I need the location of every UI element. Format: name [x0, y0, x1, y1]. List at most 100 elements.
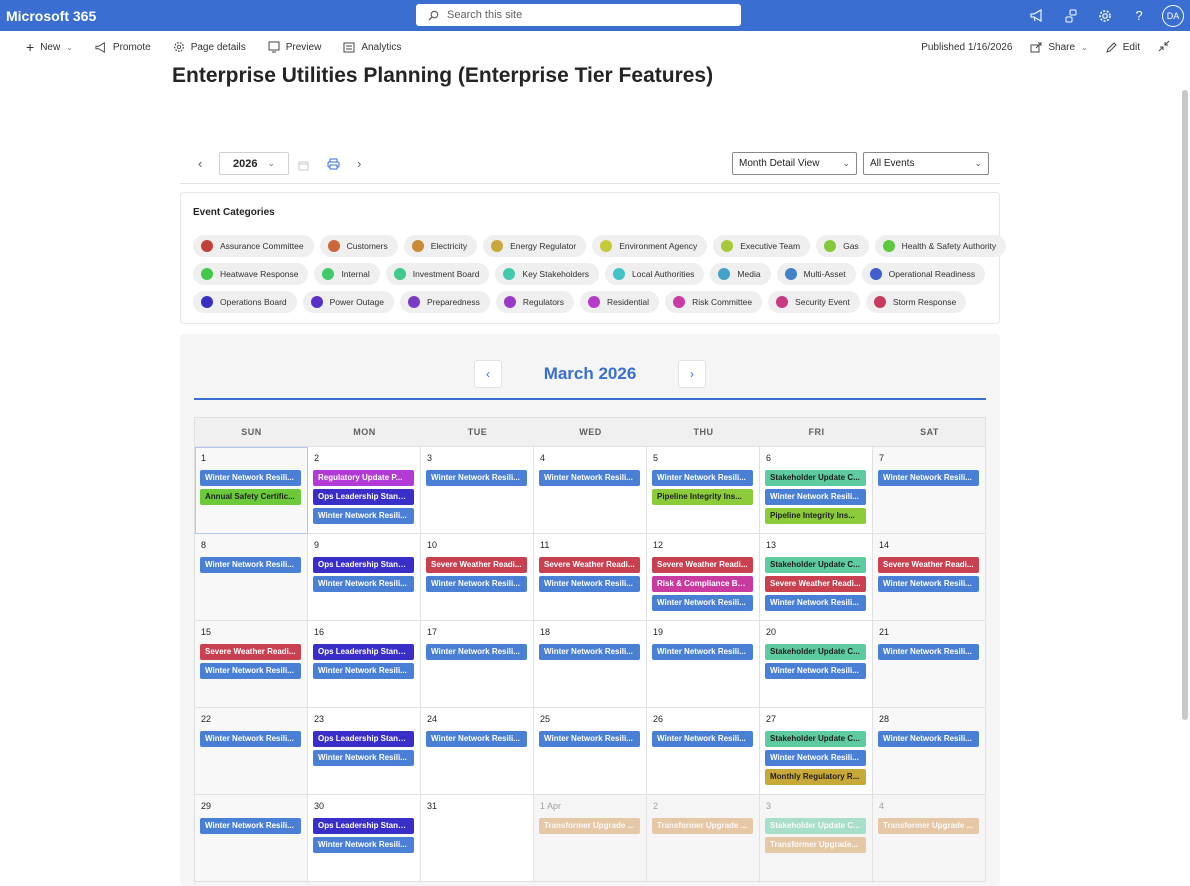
category-pill[interactable]: Operations Board	[193, 291, 297, 313]
day-cell[interactable]: 20 Stakeholder Update C... Winter Network …	[760, 621, 873, 708]
category-pill[interactable]: Media	[710, 263, 771, 285]
search-box[interactable]: Search this site	[416, 4, 741, 26]
event-chip[interactable]: Winter Network Resili...	[313, 750, 414, 766]
year-selector[interactable]: 2026 ⌄	[219, 152, 289, 175]
category-pill[interactable]: Security Event	[768, 291, 860, 313]
share-network-icon[interactable]	[1054, 0, 1088, 31]
day-cell[interactable]: 28 Winter Network Resili...	[873, 708, 986, 795]
category-pill[interactable]: Internal	[314, 263, 380, 285]
day-cell[interactable]: 17 Winter Network Resili...	[421, 621, 534, 708]
category-pill[interactable]: Storm Response	[865, 291, 967, 313]
day-cell[interactable]: 27 Stakeholder Update C... Winter Network …	[760, 708, 873, 795]
day-cell[interactable]: 31	[421, 795, 534, 882]
day-cell[interactable]: 1 Winter Network Resili... Annual Safety C…	[195, 447, 308, 534]
event-chip[interactable]: Regulatory Update P...	[313, 470, 414, 486]
page-scrollbar[interactable]	[1182, 90, 1188, 720]
category-pill[interactable]: Electricity	[403, 235, 478, 257]
category-pill[interactable]: Key Stakeholders	[495, 263, 600, 285]
event-chip[interactable]: Winter Network Resili...	[200, 731, 301, 747]
previous-month-button[interactable]: ‹	[474, 360, 502, 388]
event-chip[interactable]: Winter Network Resili...	[878, 644, 979, 660]
event-chip[interactable]: Transformer Upgrade ...	[652, 818, 753, 834]
day-cell[interactable]: 21 Winter Network Resili...	[873, 621, 986, 708]
event-chip[interactable]: Winter Network Resili...	[652, 731, 753, 747]
event-chip[interactable]: Monthly Regulatory R...	[765, 769, 866, 785]
category-pill[interactable]: Operational Readiness	[861, 263, 986, 285]
category-pill[interactable]: Energy Regulator	[483, 235, 587, 257]
category-pill[interactable]: Assurance Committee	[193, 235, 314, 257]
event-chip[interactable]: Ops Leadership Stand...	[313, 557, 414, 573]
analytics-button[interactable]: Analytics	[343, 42, 401, 53]
event-chip[interactable]: Winter Network Resili...	[878, 470, 979, 486]
preview-button[interactable]: Preview	[268, 41, 321, 53]
event-chip[interactable]: Ops Leadership Stand...	[313, 489, 414, 505]
event-chip[interactable]: Ops Leadership Stand...	[313, 644, 414, 660]
event-chip[interactable]: Severe Weather Readi...	[878, 557, 979, 573]
event-chip[interactable]: Winter Network Resili...	[426, 470, 527, 486]
event-chip[interactable]: Winter Network Resili...	[313, 663, 414, 679]
page-details-button[interactable]: Page details	[173, 41, 246, 53]
day-cell[interactable]: 22 Winter Network Resili...	[195, 708, 308, 795]
event-chip[interactable]: Winter Network Resili...	[313, 837, 414, 853]
day-cell[interactable]: 11 Severe Weather Readi... Winter Network …	[534, 534, 647, 621]
day-cell[interactable]: 16 Ops Leadership Stand... Winter Network …	[308, 621, 421, 708]
event-filter-dropdown[interactable]: All Events ⌄	[863, 152, 989, 175]
day-cell[interactable]: 4 Winter Network Resili...	[534, 447, 647, 534]
event-chip[interactable]: Severe Weather Readi...	[765, 576, 866, 592]
event-chip[interactable]: Winter Network Resili...	[313, 508, 414, 524]
megaphone-icon[interactable]	[1020, 0, 1054, 31]
category-pill[interactable]: Multi-Asset	[776, 263, 856, 285]
category-pill[interactable]: Health & Safety Authority	[874, 235, 1007, 257]
event-chip[interactable]: Winter Network Resili...	[765, 595, 866, 611]
category-pill[interactable]: Residential	[580, 291, 660, 313]
day-cell[interactable]: 13 Stakeholder Update C... Severe Weather …	[760, 534, 873, 621]
day-cell[interactable]: 18 Winter Network Resili...	[534, 621, 647, 708]
day-cell[interactable]: 10 Severe Weather Readi... Winter Network …	[421, 534, 534, 621]
event-chip[interactable]: Winter Network Resili...	[878, 731, 979, 747]
next-year-button[interactable]: ›	[357, 156, 361, 171]
day-cell[interactable]: 29 Winter Network Resili...	[195, 795, 308, 882]
event-chip[interactable]: Severe Weather Readi...	[426, 557, 527, 573]
event-chip[interactable]: Winter Network Resili...	[426, 644, 527, 660]
print-icon[interactable]	[327, 157, 340, 175]
day-cell[interactable]: 3 Stakeholder Update C... Transformer Upgr…	[760, 795, 873, 882]
event-chip[interactable]: Stakeholder Update C...	[765, 731, 866, 747]
day-cell[interactable]: 3 Winter Network Resili...	[421, 447, 534, 534]
event-chip[interactable]: Transformer Upgrade ...	[539, 818, 640, 834]
edit-button[interactable]: Edit	[1105, 42, 1140, 53]
day-cell[interactable]: 8 Winter Network Resili...	[195, 534, 308, 621]
event-chip[interactable]: Winter Network Resili...	[200, 557, 301, 573]
day-cell[interactable]: 19 Winter Network Resili...	[647, 621, 760, 708]
day-cell[interactable]: 24 Winter Network Resili...	[421, 708, 534, 795]
event-chip[interactable]: Ops Leadership Stand...	[313, 731, 414, 747]
event-chip[interactable]: Winter Network Resili...	[765, 489, 866, 505]
event-chip[interactable]: Winter Network Resili...	[200, 818, 301, 834]
event-chip[interactable]: Winter Network Resili...	[539, 731, 640, 747]
share-button[interactable]: Share ⌄	[1030, 42, 1088, 53]
day-cell[interactable]: 23 Ops Leadership Stand... Winter Network …	[308, 708, 421, 795]
category-pill[interactable]: Environment Agency	[592, 235, 708, 257]
event-chip[interactable]: Ops Leadership Stand...	[313, 818, 414, 834]
calendar-icon[interactable]	[298, 158, 309, 176]
day-cell[interactable]: 25 Winter Network Resili...	[534, 708, 647, 795]
event-chip[interactable]: Winter Network Resili...	[765, 750, 866, 766]
help-icon[interactable]: ?	[1122, 0, 1156, 31]
day-cell[interactable]: 6 Stakeholder Update C... Winter Network R…	[760, 447, 873, 534]
day-cell[interactable]: 26 Winter Network Resili...	[647, 708, 760, 795]
event-chip[interactable]: Winter Network Resili...	[313, 576, 414, 592]
user-avatar[interactable]: DA	[1162, 4, 1184, 27]
promote-button[interactable]: Promote	[95, 42, 151, 53]
app-launcher-brand[interactable]: Microsoft 365	[6, 8, 416, 24]
event-chip[interactable]: Winter Network Resili...	[652, 595, 753, 611]
day-cell[interactable]: 1 Apr Transformer Upgrade ...	[534, 795, 647, 882]
category-pill[interactable]: Power Outage	[302, 291, 394, 313]
event-chip[interactable]: Winter Network Resili...	[539, 644, 640, 660]
day-cell[interactable]: 12 Severe Weather Readi... Risk & Complian…	[647, 534, 760, 621]
event-chip[interactable]: Winter Network Resili...	[539, 470, 640, 486]
day-cell[interactable]: 30 Ops Leadership Stand... Winter Network …	[308, 795, 421, 882]
event-chip[interactable]: Winter Network Resili...	[200, 663, 301, 679]
category-pill[interactable]: Investment Board	[385, 263, 490, 285]
event-chip[interactable]: Stakeholder Update C...	[765, 470, 866, 486]
day-cell[interactable]: 14 Severe Weather Readi... Winter Network …	[873, 534, 986, 621]
previous-year-button[interactable]: ‹	[198, 156, 202, 171]
